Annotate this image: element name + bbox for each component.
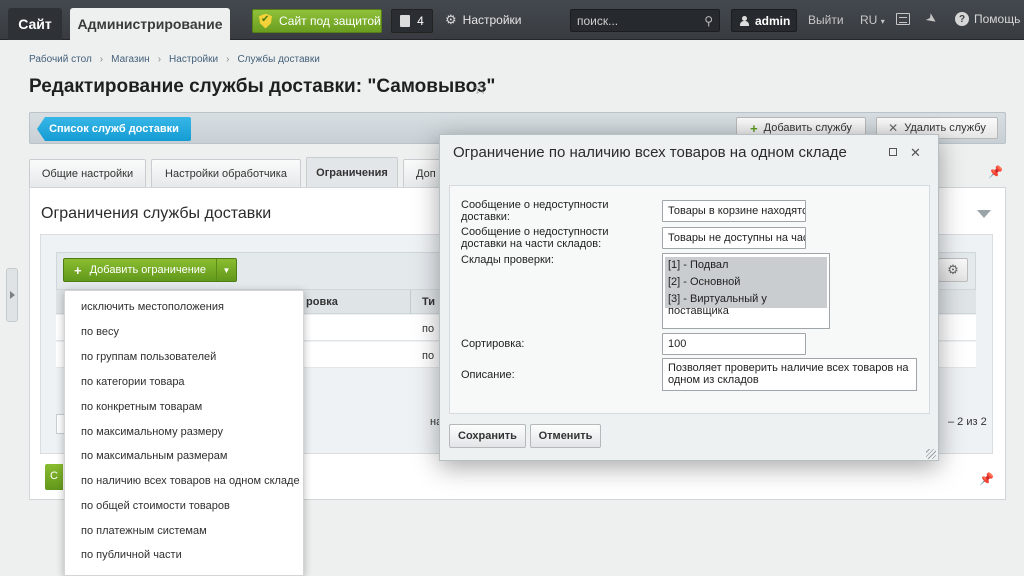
collapse-icon[interactable] bbox=[977, 210, 991, 218]
breadcrumb-item[interactable]: Рабочий стол bbox=[29, 54, 92, 65]
breadcrumb-item[interactable]: Настройки bbox=[169, 54, 218, 65]
search-icon[interactable]: ⚲ bbox=[704, 14, 713, 28]
breadcrumb: Рабочий стол › Магазин › Настройки › Слу… bbox=[29, 54, 320, 65]
add-restriction-label: Добавить ограничение bbox=[89, 264, 207, 276]
warehouse-option[interactable]: [1] - Подвал bbox=[665, 257, 827, 274]
page-title: Редактирование службы доставки: "Самовыв… bbox=[29, 76, 496, 97]
msg-partial-label: Сообщение о недоступности доставки на ча… bbox=[461, 226, 609, 250]
add-service-label: Добавить службу bbox=[763, 122, 852, 134]
pager-info: – 2 из 2 bbox=[948, 416, 987, 428]
chevron-down-icon: ▾ bbox=[880, 17, 885, 26]
plus-icon: + bbox=[74, 262, 82, 278]
tab-restrictions[interactable]: Ограничения bbox=[306, 157, 398, 187]
menu-item[interactable]: по общей стоимости товаров bbox=[81, 500, 230, 512]
sidebar-toggle-handle[interactable] bbox=[6, 268, 18, 322]
delete-service-label: Удалить службу bbox=[904, 122, 986, 134]
user-name: admin bbox=[755, 13, 791, 28]
warehouses-label: Склады проверки: bbox=[461, 254, 554, 266]
section-title: Ограничения службы доставки bbox=[41, 205, 272, 222]
close-icon: ✕ bbox=[888, 121, 899, 135]
warehouse-option[interactable]: [2] - Основной bbox=[665, 274, 827, 291]
table-cell: по bbox=[422, 323, 435, 335]
maximize-icon[interactable] bbox=[889, 148, 897, 156]
breadcrumb-item[interactable]: Службы доставки bbox=[237, 54, 319, 65]
save-label: С bbox=[50, 470, 58, 482]
site-tab[interactable]: Сайт bbox=[8, 8, 62, 40]
tab-general[interactable]: Общие настройки bbox=[29, 159, 146, 187]
breadcrumb-separator: › bbox=[99, 54, 104, 65]
site-secure-button[interactable]: Сайт под защитой bbox=[252, 9, 382, 33]
delivery-list-button[interactable]: Список служб доставки bbox=[37, 117, 191, 141]
menu-item[interactable]: по конкретным товарам bbox=[81, 401, 202, 413]
shield-icon bbox=[259, 13, 272, 29]
menu-item[interactable]: по весу bbox=[81, 326, 119, 338]
add-restriction-button[interactable]: + Добавить ограничение ▼ bbox=[63, 258, 237, 282]
site-secure-label: Сайт под защитой bbox=[279, 14, 381, 28]
msg-unavailable-label: Сообщение о недоступности доставки: bbox=[461, 199, 609, 223]
close-icon[interactable]: ✕ bbox=[910, 145, 921, 161]
tab-handler[interactable]: Настройки обработчика bbox=[151, 159, 301, 187]
favorite-star-icon[interactable]: ☆ bbox=[473, 79, 487, 99]
notification-icon bbox=[400, 15, 411, 27]
pin-icon[interactable]: 📌 bbox=[988, 165, 1003, 179]
sort-label: Сортировка: bbox=[461, 338, 525, 350]
user-menu-button[interactable]: admin bbox=[731, 9, 797, 32]
grid-column-header[interactable]: ровка bbox=[306, 296, 338, 308]
settings-label: Настройки bbox=[462, 13, 522, 27]
description-label: Описание: bbox=[461, 369, 515, 381]
gear-icon: ⚙ bbox=[947, 262, 959, 277]
search-placeholder: поиск... bbox=[577, 14, 619, 28]
menu-item[interactable]: по группам пользователей bbox=[81, 351, 216, 363]
language-label: RU bbox=[860, 13, 878, 27]
warehouse-option[interactable]: [3] - Виртуальный у поставщика bbox=[665, 291, 827, 317]
help-link[interactable]: ? Помощь bbox=[955, 12, 1020, 26]
admin-tab[interactable]: Администрирование bbox=[70, 8, 230, 40]
menu-item[interactable]: по максимальным размерам bbox=[81, 450, 227, 462]
breadcrumb-item[interactable]: Магазин bbox=[111, 54, 150, 65]
search-input[interactable]: поиск... ⚲ bbox=[570, 9, 720, 32]
msg-partial-input[interactable]: Товары не доступны на част bbox=[662, 227, 806, 249]
menu-item[interactable]: исключить местоположения bbox=[81, 301, 224, 313]
tab-extra[interactable]: Доп bbox=[403, 159, 443, 187]
msg-unavailable-input[interactable]: Товары в корзине находятся bbox=[662, 200, 806, 222]
language-selector[interactable]: RU ▾ bbox=[860, 13, 885, 27]
user-icon bbox=[740, 15, 749, 26]
menu-item[interactable]: по платежным системам bbox=[81, 525, 207, 537]
menu-item[interactable]: по наличию всех товаров на одном складе bbox=[81, 475, 300, 487]
menu-item[interactable]: по категории товара bbox=[81, 376, 185, 388]
menu-item[interactable]: по максимальному размеру bbox=[81, 426, 223, 438]
breadcrumb-separator: › bbox=[226, 54, 230, 65]
grid-settings-button[interactable]: ⚙ bbox=[938, 258, 968, 282]
save-button[interactable]: С bbox=[45, 464, 63, 490]
dialog-cancel-button[interactable]: Отменить bbox=[530, 424, 601, 448]
chevron-down-icon[interactable]: ▼ bbox=[216, 259, 236, 281]
notifications-count: 4 bbox=[417, 14, 424, 28]
notifications-button[interactable]: 4 bbox=[391, 9, 433, 33]
settings-link[interactable]: ⚙ Настройки bbox=[445, 12, 522, 28]
description-textarea[interactable]: Позволяет проверить наличие всех товаров… bbox=[662, 358, 917, 391]
resize-grip-icon[interactable] bbox=[926, 449, 936, 459]
grid-column-header[interactable]: Ти bbox=[422, 296, 435, 308]
table-cell: по bbox=[422, 350, 435, 362]
pin-icon[interactable]: 📌 bbox=[979, 472, 994, 486]
keyboard-icon[interactable] bbox=[896, 13, 910, 25]
question-icon: ? bbox=[955, 12, 969, 26]
help-label: Помощь bbox=[974, 12, 1021, 26]
gear-icon: ⚙ bbox=[445, 12, 457, 27]
logout-link[interactable]: Выйти bbox=[808, 13, 844, 27]
breadcrumb-separator: › bbox=[157, 54, 162, 65]
dialog-save-button[interactable]: Сохранить bbox=[449, 424, 526, 448]
menu-item[interactable]: по публичной части bbox=[81, 549, 182, 561]
dialog-title[interactable]: Ограничение по наличию всех товаров на о… bbox=[453, 144, 847, 161]
sort-input[interactable]: 100 bbox=[662, 333, 806, 355]
column-divider bbox=[410, 290, 411, 314]
